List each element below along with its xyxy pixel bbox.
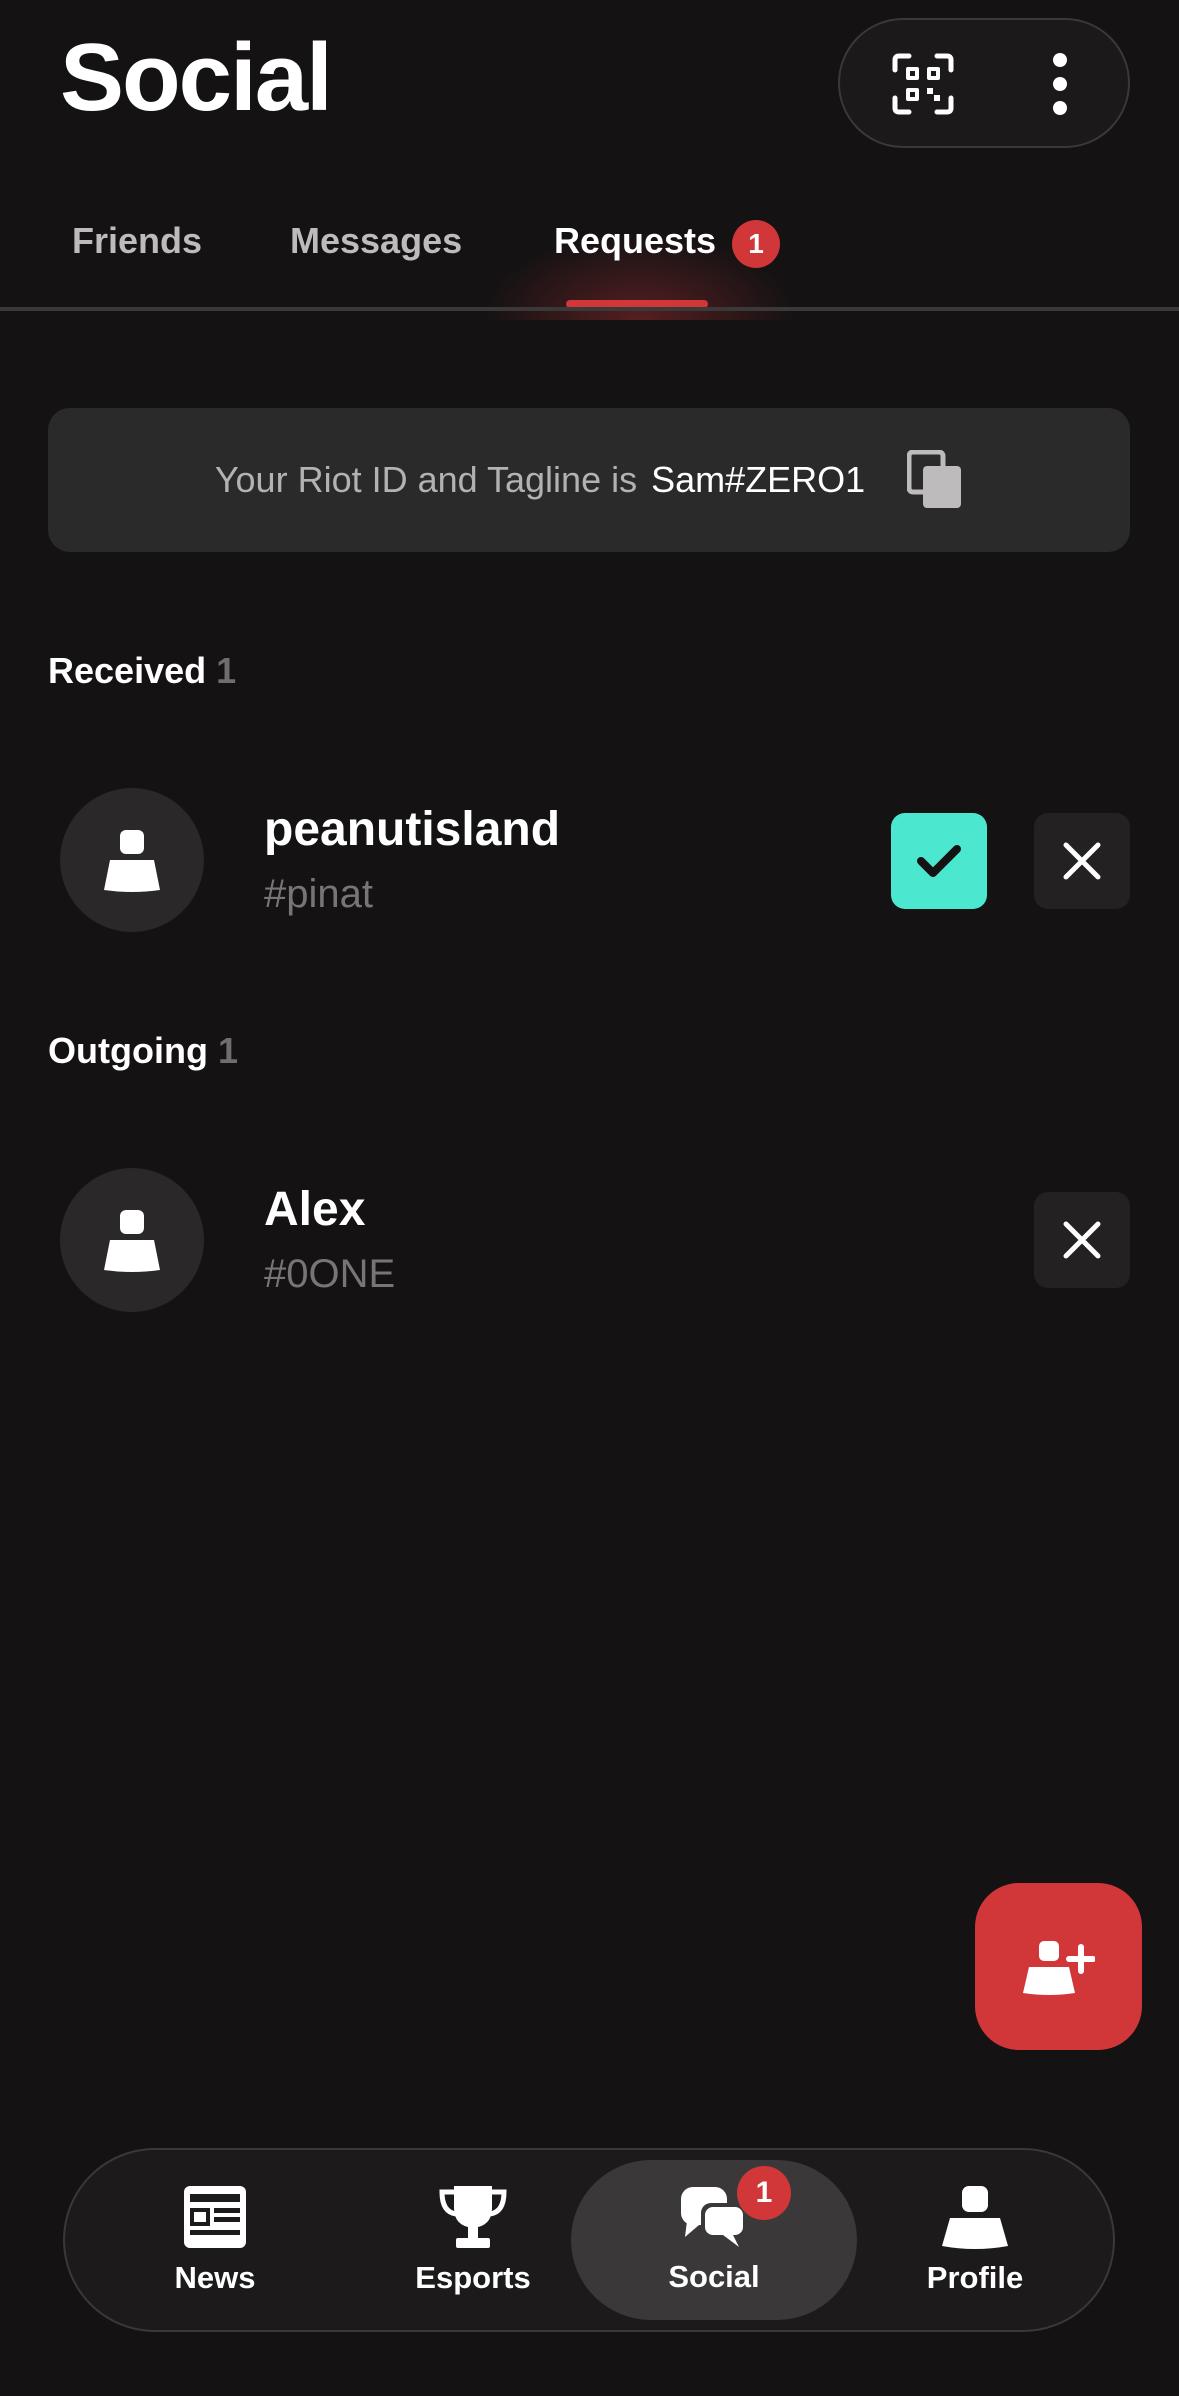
add-friend-icon [1022,1940,1095,1995]
nav-social-label: Social [668,2259,760,2294]
avatar [60,1168,204,1312]
more-vertical-icon [1053,53,1067,115]
nav-esports[interactable]: Esports [383,2150,563,2330]
nav-news-label: News [174,2260,256,2295]
tab-requests[interactable]: Requests [554,220,716,262]
received-section-header: Received 1 [48,650,236,692]
person-icon [104,830,160,892]
newspaper-icon [184,2186,246,2248]
request-user-name: peanutisland [264,803,561,856]
decline-request-button[interactable] [1034,813,1130,909]
qr-code-icon [892,53,954,115]
outgoing-label: Outgoing [48,1030,208,1071]
request-user-name: Alex [264,1183,366,1236]
outgoing-count: 1 [217,1030,238,1071]
cancel-request-button[interactable] [1034,1192,1130,1288]
riot-id-prefix: Your Riot ID and Tagline is [214,459,638,500]
riot-id-banner: Your Riot ID and Tagline is Sam#ZERO1 [48,408,1130,552]
social-notification-badge: 1 [737,2166,791,2220]
tab-messages[interactable]: Messages [290,220,462,262]
person-icon [942,2186,1008,2249]
received-count: 1 [216,650,237,691]
add-friend-button[interactable] [975,1883,1142,2050]
trophy-icon [439,2186,507,2248]
riot-id-value: Sam#ZERO1 [651,459,866,500]
qr-code-button[interactable] [868,44,978,124]
request-user-tag: #pinat [264,872,373,916]
copy-riot-id-button[interactable] [906,449,963,510]
check-icon [917,845,961,877]
avatar [60,788,204,932]
close-icon [1063,842,1101,880]
received-label: Received [48,650,207,691]
person-icon [104,1210,160,1272]
tab-divider [0,307,1179,311]
nav-profile[interactable]: Profile [885,2150,1065,2330]
bottom-navigation: News Esports Social 1 Profile [63,2148,1115,2332]
requests-badge: 1 [732,220,780,268]
nav-esports-label: Esports [415,2260,531,2295]
social-screen: Social Friends Messages Requests 1 Your … [0,0,1179,2396]
header-actions [838,18,1130,148]
accept-request-button[interactable] [891,813,987,909]
outgoing-section-header: Outgoing 1 [48,1030,238,1072]
nav-social[interactable]: Social 1 [571,2160,857,2320]
close-icon [1063,1221,1101,1259]
copy-icon [906,449,962,508]
nav-profile-label: Profile [926,2260,1024,2295]
tab-bar: Friends Messages Requests 1 [0,200,1179,320]
tab-friends[interactable]: Friends [72,220,202,262]
nav-news[interactable]: News [135,2150,295,2330]
request-user-tag: #0ONE [264,1252,396,1296]
page-title: Social [60,24,333,131]
more-options-button[interactable] [1010,44,1110,124]
